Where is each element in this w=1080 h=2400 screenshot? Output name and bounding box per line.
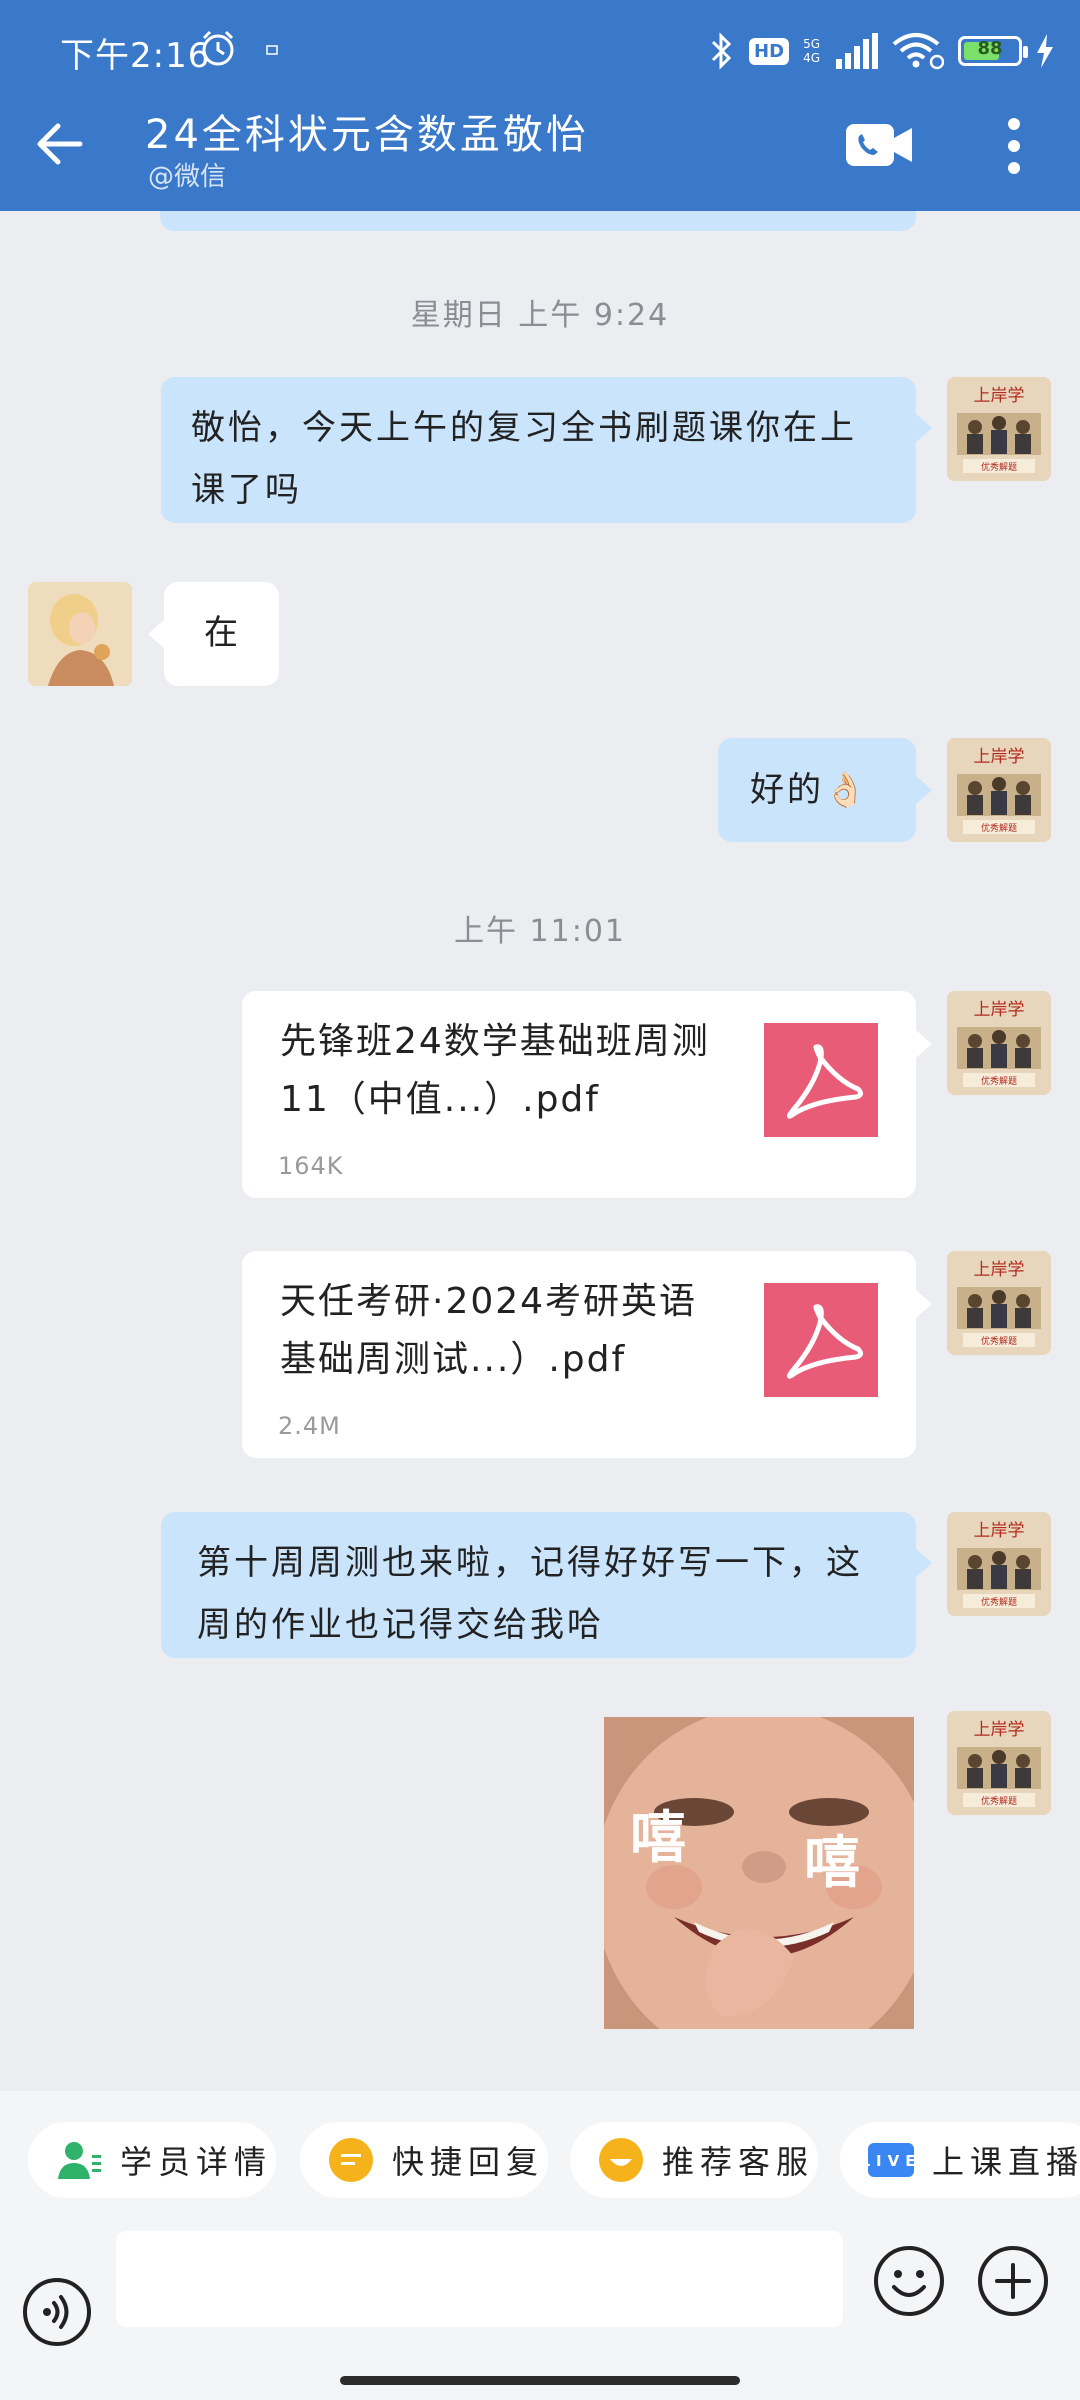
live-class-button[interactable]: LIVE 上课直播	[840, 2122, 1080, 2198]
quick-action-label: 学员详情	[120, 2143, 273, 2181]
home-gesture-bar[interactable]	[340, 2376, 740, 2385]
voice-input-icon[interactable]	[22, 2277, 92, 2347]
agent-avatar[interactable]: 上岸学 优秀解题	[947, 1512, 1051, 1616]
status-icons: HD 5G 4G 88	[709, 28, 1054, 74]
wifi-icon	[892, 33, 944, 70]
network-4g: 4G	[803, 51, 820, 65]
message-bubble-received[interactable]: 在	[164, 582, 279, 686]
battery-level: 88	[977, 38, 1003, 59]
svg-text:嘻: 嘻	[630, 1806, 686, 1871]
svg-text:上岸学: 上岸学	[974, 747, 1025, 767]
charging-icon	[1037, 34, 1053, 68]
svg-text:上岸学: 上岸学	[974, 1521, 1025, 1541]
svg-text:优秀解题: 优秀解题	[981, 461, 1017, 473]
bluetooth-icon	[711, 32, 732, 70]
agent-avatar-image: 上岸学 优秀解题	[947, 1251, 1051, 1355]
add-more-icon[interactable]	[977, 2245, 1049, 2317]
agent-avatar[interactable]: 上岸学 优秀解题	[947, 738, 1051, 842]
svg-text:上岸学: 上岸学	[974, 1260, 1025, 1280]
network-5g: 5G	[803, 37, 820, 51]
smile-icon	[599, 2138, 643, 2182]
hd-badge: HD	[749, 37, 790, 65]
agent-avatar[interactable]: 上岸学 优秀解题	[947, 377, 1051, 481]
battery-icon: 88	[958, 36, 1028, 66]
recommend-service-button[interactable]: 推荐客服	[570, 2122, 818, 2198]
quick-action-label: 上课直播	[932, 2143, 1080, 2181]
message-bubble-sent[interactable]: 敬怡，今天上午的复习全书刷题课你在上课了吗	[161, 377, 916, 523]
agent-avatar[interactable]: 上岸学 优秀解题	[947, 1251, 1051, 1355]
more-options-icon[interactable]	[996, 116, 1032, 176]
user-avatar[interactable]	[28, 582, 132, 686]
svg-text:LIVE: LIVE	[868, 2152, 914, 2170]
agent-avatar[interactable]: 上岸学 优秀解题	[947, 1711, 1051, 1815]
notification-icon	[266, 45, 278, 55]
message-text: 好的👌🏻	[750, 770, 870, 810]
network-type: 5G 4G	[803, 37, 820, 65]
file-name: 先锋班24数学基础班周测11（中值...）.pdf	[280, 1021, 710, 1120]
svg-text:嘻: 嘻	[804, 1831, 860, 1896]
file-message[interactable]: 天任考研·2024考研英语基础周测试...）.pdf 2.4M	[242, 1251, 916, 1458]
message-text: 敬怡，今天上午的复习全书刷题课你在上课了吗	[191, 408, 857, 510]
svg-text:上岸学: 上岸学	[974, 1000, 1025, 1020]
chat-titlebar: 24全科状元含数孟敬怡 @微信	[0, 96, 1080, 211]
message-text: 在	[204, 613, 241, 653]
status-time: 下午2:16	[60, 36, 211, 76]
quick-action-label: 快捷回复	[392, 2143, 545, 2181]
back-arrow-icon[interactable]	[32, 116, 88, 172]
chat-title: 24全科状元含数孟敬怡	[145, 112, 589, 158]
svg-text:上岸学: 上岸学	[974, 386, 1025, 406]
quick-reply-button[interactable]: 快捷回复	[300, 2122, 548, 2198]
svg-text:优秀解题: 优秀解题	[981, 1335, 1017, 1347]
alarm-icon	[202, 30, 234, 66]
agent-avatar-image: 上岸学 优秀解题	[947, 738, 1051, 842]
person-icon	[58, 2142, 101, 2179]
timestamp: 上午 11:01	[454, 914, 626, 949]
quick-action-bar: 学员详情 快捷回复 推荐客服 LIVE 上课直播	[0, 2091, 1080, 2231]
agent-avatar-image: 上岸学 优秀解题	[947, 377, 1051, 481]
app-header: 下午2:16 HD 5G 4G 88 24全科状元含数孟敬怡 @微信	[0, 0, 1080, 211]
svg-text:优秀解题: 优秀解题	[981, 1795, 1017, 1807]
status-bar: 下午2:16 HD 5G 4G 88	[0, 0, 1080, 100]
sticker-image[interactable]: 嘻 嘻	[604, 1717, 914, 2029]
live-icon: LIVE	[868, 2143, 914, 2177]
file-name: 天任考研·2024考研英语基础周测试...）.pdf	[280, 1281, 698, 1380]
file-size: 2.4M	[278, 1412, 341, 1440]
laughing-baby-sticker: 嘻 嘻	[604, 1717, 914, 2029]
chat-source: @微信	[148, 162, 227, 192]
previous-message-bubble	[160, 211, 916, 231]
message-text: 第十周周测也来啦，记得好好写一下，这周的作业也记得交给我哈	[197, 1543, 863, 1645]
svg-text:优秀解题: 优秀解题	[981, 1075, 1017, 1087]
file-message[interactable]: 先锋班24数学基础班周测11（中值...）.pdf 164K	[242, 991, 916, 1198]
svg-text:优秀解题: 优秀解题	[981, 1596, 1017, 1608]
message-input[interactable]	[116, 2231, 843, 2327]
video-call-icon[interactable]	[846, 122, 914, 168]
agent-avatar-image: 上岸学 优秀解题	[947, 1512, 1051, 1616]
pdf-icon	[764, 1023, 878, 1137]
message-bubble-sent[interactable]: 好的👌🏻	[718, 738, 916, 842]
file-size: 164K	[278, 1152, 344, 1180]
quick-reply-icon	[329, 2138, 373, 2182]
svg-text:优秀解题: 优秀解题	[981, 822, 1017, 834]
agent-avatar[interactable]: 上岸学 优秀解题	[947, 991, 1051, 1095]
home-indicator	[0, 2356, 1080, 2400]
signal-icon	[836, 33, 878, 69]
timestamp: 星期日 上午 9:24	[410, 298, 670, 333]
pdf-icon	[764, 1283, 878, 1397]
emoji-icon[interactable]	[873, 2245, 945, 2317]
agent-avatar-image: 上岸学 优秀解题	[947, 1711, 1051, 1815]
svg-text:上岸学: 上岸学	[974, 1720, 1025, 1740]
user-avatar-image	[28, 582, 132, 686]
agent-avatar-image: 上岸学 优秀解题	[947, 991, 1051, 1095]
student-details-button[interactable]: 学员详情	[28, 2122, 276, 2198]
quick-action-label: 推荐客服	[662, 2143, 815, 2181]
message-bubble-sent[interactable]: 第十周周测也来啦，记得好好写一下，这周的作业也记得交给我哈	[161, 1512, 916, 1658]
